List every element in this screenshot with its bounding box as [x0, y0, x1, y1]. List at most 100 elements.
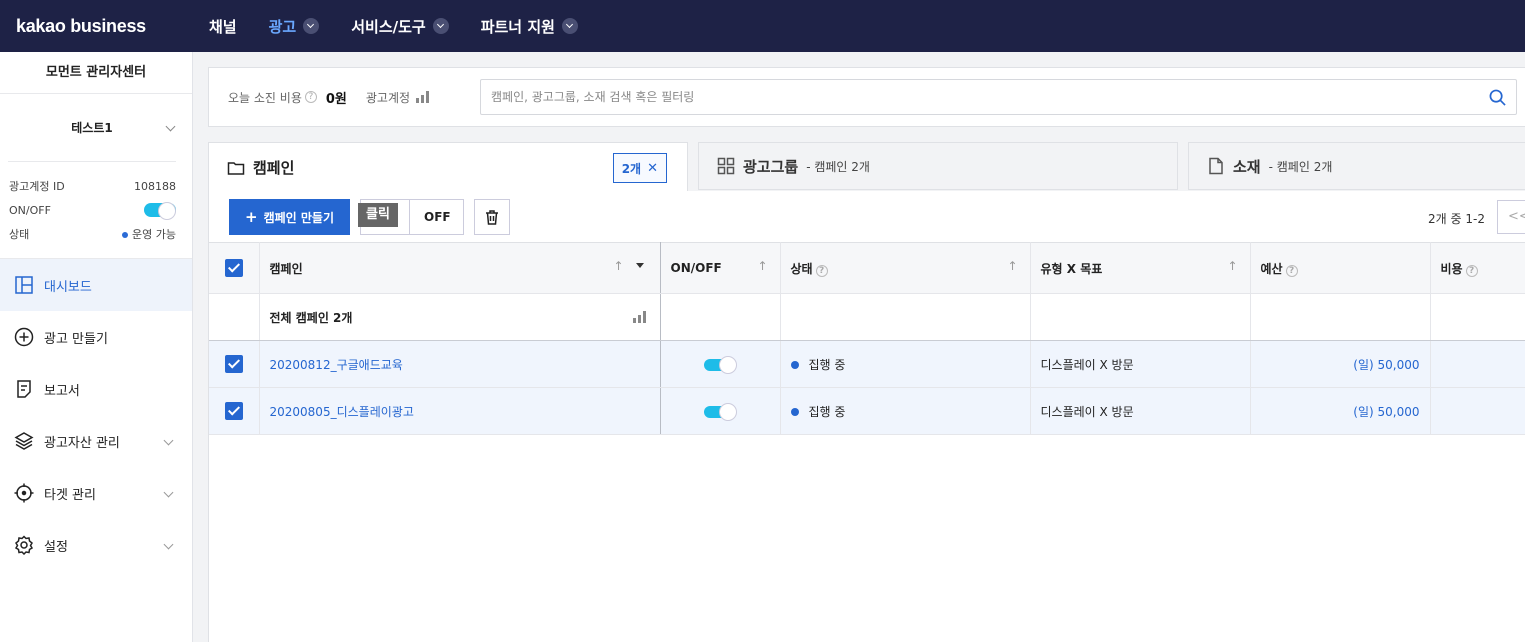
sort-arrow-icon[interactable]: ↑ — [613, 259, 623, 273]
select-all-checkbox[interactable] — [224, 259, 243, 277]
sidebar-item-report[interactable]: 보고서 — [0, 363, 192, 415]
pager-first-button[interactable]: << — [1497, 200, 1525, 234]
sidebar-item-create-ad[interactable]: 광고 만들기 — [0, 311, 192, 363]
tabs: 캠페인 2개 ✕ 광고그룹 - 캠페인 2개 소재 - 캠페인 2개 — [208, 142, 1525, 192]
sidebar-item-target-management[interactable]: 타겟 관리 — [0, 467, 192, 519]
account-select[interactable]: 테스트1 — [8, 94, 176, 162]
grid-icon — [717, 157, 735, 175]
sidebar-item-settings[interactable]: 설정 — [0, 519, 192, 571]
pager-text: 2개 중 1-2 — [1428, 212, 1485, 226]
tab-adgroup[interactable]: 광고그룹 - 캠페인 2개 — [698, 142, 1178, 190]
header-status[interactable]: 상태? ↑ — [780, 242, 1031, 294]
nav-item-services[interactable]: 서비스/도구 — [351, 16, 449, 37]
total-row: 전체 캠페인 2개 — [209, 293, 1525, 341]
today-cost-value: 0원 — [325, 91, 347, 107]
campaign-budget-link[interactable]: (일) 50,000 — [1353, 358, 1419, 372]
campaign-filter-badge[interactable]: 2개 ✕ — [612, 153, 667, 183]
help-icon[interactable]: ? — [304, 91, 317, 103]
bar-chart-icon[interactable] — [632, 311, 646, 323]
close-icon[interactable]: ✕ — [647, 161, 658, 176]
header-onoff[interactable]: ON/OFF ↑ — [660, 242, 781, 294]
help-icon[interactable]: ? — [1465, 264, 1478, 277]
file-icon — [1209, 157, 1223, 175]
delete-button[interactable] — [474, 199, 510, 235]
plus-icon: + — [245, 208, 258, 226]
report-icon — [17, 380, 31, 398]
campaign-name-link[interactable]: 20200805_디스플레이광고 — [270, 405, 414, 419]
dashboard-icon — [15, 276, 33, 294]
campaign-table: 캠페인 ↑ ON/OFF ↑ 상태? ↑ 유형 X 목표 ↑ 예산? 비용? 전체 캠페… — [209, 242, 1525, 435]
sidebar-item-dashboard[interactable]: 대시보드 — [0, 259, 192, 311]
brand-logo[interactable]: kakao business — [16, 16, 209, 37]
bar-chart-icon[interactable] — [416, 91, 430, 103]
sidebar: 모먼트 관리자센터 테스트1 광고계정 ID 108188 ON/OFF 상태 … — [0, 52, 193, 642]
chevron-down-icon — [303, 18, 320, 34]
chevron-down-icon — [163, 435, 174, 446]
account-info: 광고계정 ID 108188 ON/OFF 상태 운영 가능 — [0, 162, 192, 259]
status-row: 상태 운영 가능 — [9, 228, 176, 241]
nav-item-channel[interactable]: 채널 — [209, 16, 237, 37]
account-onoff-toggle[interactable] — [144, 202, 176, 220]
chevron-down-icon — [432, 18, 449, 34]
search-input[interactable] — [491, 90, 1451, 104]
table-header-row: 캠페인 ↑ ON/OFF ↑ 상태? ↑ 유형 X 목표 ↑ 예산? 비용? — [209, 242, 1525, 294]
campaign-name-link[interactable]: 20200812_구글애드교육 — [270, 358, 403, 372]
sort-arrow-icon[interactable]: ↑ — [757, 259, 767, 273]
top-nav: kakao business 채널 광고 서비스/도구 파트너 지원 — [0, 0, 1525, 52]
campaign-status: 집행 중 — [808, 404, 846, 419]
header-campaign[interactable]: 캠페인 ↑ — [259, 242, 661, 294]
campaign-status: 집행 중 — [808, 357, 846, 372]
chevron-down-icon — [561, 18, 578, 34]
folder-icon — [227, 161, 245, 175]
campaign-onoff-toggle[interactable] — [704, 402, 737, 421]
header-budget[interactable]: 예산? — [1250, 242, 1431, 294]
chevron-down-icon — [163, 487, 174, 498]
total-campaign-label: 전체 캠페인 2개 — [269, 310, 353, 325]
sort-arrow-icon[interactable]: ↑ — [1007, 259, 1017, 273]
tab-campaign[interactable]: 캠페인 2개 ✕ — [208, 142, 688, 192]
chevron-down-icon — [165, 121, 176, 132]
chevron-down-icon — [163, 539, 174, 550]
sidebar-title: 모먼트 관리자센터 — [0, 52, 192, 94]
campaign-onoff-toggle[interactable] — [704, 355, 737, 374]
status-dot — [122, 232, 129, 238]
caret-down-icon[interactable] — [635, 263, 644, 268]
sidebar-item-asset-management[interactable]: 광고자산 관리 — [0, 415, 192, 467]
table-row[interactable]: 20200812_구글애드교육 집행 중 디스플레이 X 방문 (일) 50,0… — [209, 340, 1525, 388]
nav-item-partner[interactable]: 파트너 지원 — [481, 16, 578, 37]
campaign-budget-link[interactable]: (일) 50,000 — [1353, 405, 1419, 419]
account-id-row: 광고계정 ID 108188 — [9, 179, 176, 194]
search-box — [480, 79, 1517, 115]
account-label: 광고계정 — [366, 89, 430, 106]
toolbar: +캠페인 만들기 ON OFF 클릭 — [229, 199, 510, 235]
today-cost-label: 오늘 소진 비용? — [228, 89, 317, 106]
table-row[interactable]: 20200805_디스플레이광고 집행 중 디스플레이 X 방문 (일) 50,… — [209, 387, 1525, 435]
onoff-row: ON/OFF — [9, 198, 176, 222]
account-name: 테스트1 — [71, 121, 113, 135]
row-checkbox[interactable] — [224, 402, 243, 420]
campaign-type-goal: 디스플레이 X 방문 — [1030, 340, 1251, 388]
tab-creative[interactable]: 소재 - 캠페인 2개 — [1188, 142, 1525, 190]
target-icon — [14, 483, 34, 503]
help-icon[interactable]: ? — [1285, 264, 1298, 277]
gear-icon — [14, 535, 34, 555]
status-value: 운영 가능 — [132, 228, 176, 241]
layers-icon — [14, 432, 34, 450]
plus-circle-icon — [14, 327, 34, 347]
sort-arrow-icon[interactable]: ↑ — [1227, 259, 1237, 273]
campaign-type-goal: 디스플레이 X 방문 — [1030, 387, 1251, 435]
header-type-goal[interactable]: 유형 X 목표 ↑ — [1030, 242, 1251, 294]
help-icon[interactable]: ? — [815, 264, 828, 277]
header-cost[interactable]: 비용? — [1430, 242, 1525, 294]
nav-item-ads[interactable]: 광고 — [269, 16, 320, 37]
onoff-button-group: ON OFF 클릭 — [358, 199, 464, 235]
row-checkbox[interactable] — [224, 355, 243, 373]
off-button[interactable]: OFF — [410, 199, 464, 235]
create-campaign-button[interactable]: + 캠페인 만들기 — [229, 199, 350, 235]
select-all-cell — [209, 242, 260, 294]
status-dot — [790, 361, 799, 369]
trash-icon — [486, 209, 498, 225]
status-dot — [790, 408, 799, 416]
search-icon[interactable] — [1489, 89, 1506, 106]
click-tooltip: 클릭 — [358, 203, 398, 227]
